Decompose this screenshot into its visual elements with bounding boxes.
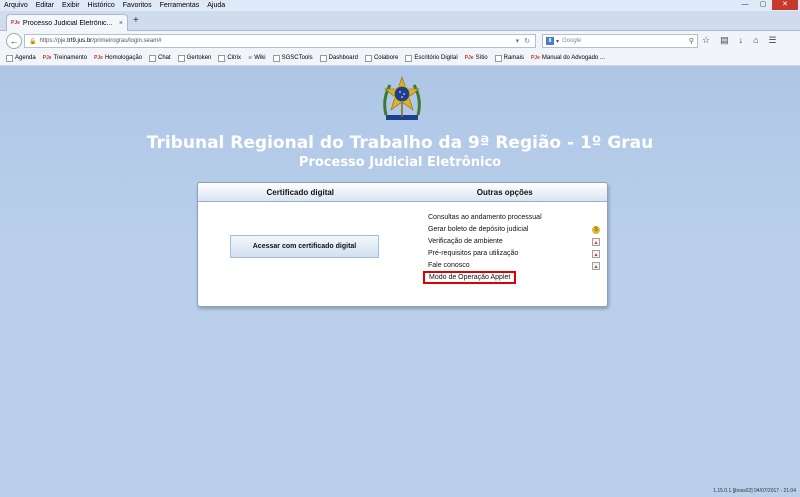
tab-close-icon[interactable]: × bbox=[119, 20, 123, 27]
menu-arquivo[interactable]: Arquivo bbox=[4, 2, 28, 9]
pdf-icon: ▲ bbox=[592, 262, 600, 270]
page-content: Tribunal Regional do Trabalho da 9ª Regi… bbox=[0, 66, 800, 497]
page-icon bbox=[218, 54, 226, 62]
menu-editar[interactable]: Editar bbox=[36, 2, 54, 9]
url-bar[interactable]: 🔒 https://pje.trt9.jus.br/primeirograu/l… bbox=[24, 34, 536, 48]
other-options-list: Consultas ao andamento processual Gerar … bbox=[422, 212, 600, 284]
option-boleto[interactable]: Gerar boleto de depósito judicial $ bbox=[428, 224, 600, 236]
close-window-button[interactable]: ✕ bbox=[772, 0, 798, 10]
lock-icon: 🔒 bbox=[29, 38, 37, 45]
bookmark-citrix[interactable]: Citrix bbox=[218, 54, 241, 62]
pdf-icon: ▲ bbox=[592, 250, 600, 258]
menu-exibir[interactable]: Exibir bbox=[62, 2, 80, 9]
highlight-box: Modo de Operação Applet bbox=[422, 271, 517, 284]
bookmark-sgsctools[interactable]: SGSCTools bbox=[272, 54, 313, 62]
bookmark-treinamento[interactable]: PJe Treinamento bbox=[43, 55, 87, 61]
wiki-icon: ≋ bbox=[248, 55, 253, 61]
bookmark-star-icon[interactable]: ☆ bbox=[702, 35, 710, 46]
page-title: Tribunal Regional do Trabalho da 9ª Regi… bbox=[146, 133, 654, 153]
pje-icon: PJe bbox=[464, 55, 474, 61]
bookmark-escritorio-digital[interactable]: Escritório Digital bbox=[405, 54, 458, 62]
pje-icon: PJe bbox=[42, 55, 52, 61]
bookmark-colabore[interactable]: Colabore bbox=[364, 54, 398, 62]
page-icon bbox=[319, 54, 327, 62]
menu-ajuda[interactable]: Ajuda bbox=[207, 2, 225, 9]
option-fale-conosco[interactable]: Fale conosco ▲ bbox=[428, 260, 600, 272]
pje-icon: PJe bbox=[530, 55, 540, 61]
col-other-options-heading: Outras opções bbox=[476, 188, 533, 197]
pje-icon: PJe bbox=[94, 55, 103, 61]
certificate-login-button[interactable]: Acessar com certificado digital bbox=[230, 235, 379, 258]
bookmark-sitio[interactable]: PJe Sítio bbox=[465, 55, 488, 61]
tab-title: Processo Judicial Eletrônic... bbox=[22, 19, 113, 27]
download-icon[interactable]: ↓ bbox=[739, 35, 744, 46]
navigation-bar: ← 🔒 https://pje.trt9.jus.br/primeirograu… bbox=[0, 31, 800, 51]
page-icon bbox=[177, 54, 185, 62]
menu-bar: Arquivo Editar Exibir Histórico Favorito… bbox=[0, 0, 800, 11]
clipboard-icon[interactable]: ▤ bbox=[720, 35, 729, 46]
page-icon bbox=[149, 54, 156, 62]
menu-icon[interactable]: ☰ bbox=[769, 35, 777, 46]
login-panel: Certificado digital Outras opções Acessa… bbox=[197, 182, 608, 307]
col-certificate-heading: Certificado digital bbox=[266, 188, 335, 197]
bookmark-chat[interactable]: Chat bbox=[149, 54, 171, 62]
page-subtitle: Processo Judicial Eletrônico bbox=[298, 155, 502, 170]
back-arrow-icon: ← bbox=[9, 36, 19, 46]
search-engine-dropdown-icon[interactable]: ▾ bbox=[556, 38, 559, 45]
bookmark-gertoken[interactable]: Gertoken bbox=[177, 54, 211, 62]
bookmarks-bar: Agenda PJe Treinamento PJe Homologação Cha… bbox=[0, 51, 800, 66]
home-icon[interactable]: ⌂ bbox=[753, 35, 758, 46]
page-icon bbox=[364, 54, 372, 62]
menu-historico[interactable]: Histórico bbox=[88, 2, 115, 9]
toolbar-icons: ☆ ▤ ↓ ⌂ ☰ bbox=[702, 35, 777, 46]
menu-favoritos[interactable]: Favoritos bbox=[123, 2, 152, 9]
option-modo-operacao-applet[interactable]: Modo de Operação Applet bbox=[422, 271, 600, 284]
coin-icon: $ bbox=[592, 226, 600, 234]
search-engine-icon[interactable]: 8 bbox=[546, 37, 554, 45]
window-controls: — ▢ ✕ bbox=[736, 0, 798, 10]
bookmark-ramais[interactable]: Ramais bbox=[494, 54, 524, 62]
option-consultas[interactable]: Consultas ao andamento processual bbox=[428, 212, 600, 224]
dropdown-icon[interactable]: ▾ bbox=[516, 37, 520, 45]
page-icon bbox=[6, 54, 13, 62]
minimize-button[interactable]: — bbox=[736, 0, 754, 10]
bookmark-wiki[interactable]: ≋ Wiki bbox=[248, 55, 266, 61]
panel-header: Certificado digital Outras opções bbox=[198, 183, 607, 202]
search-placeholder: Google bbox=[562, 38, 582, 44]
bookmark-homologacao[interactable]: PJe Homologação bbox=[94, 55, 142, 61]
page-icon bbox=[272, 54, 280, 62]
search-bar[interactable]: 8 ▾ Google ⚲ bbox=[542, 34, 698, 48]
option-pre-requisitos[interactable]: Pré-requisitos para utilização ▲ bbox=[428, 248, 600, 260]
maximize-button[interactable]: ▢ bbox=[754, 0, 772, 10]
new-tab-button[interactable]: + bbox=[133, 15, 139, 26]
back-button[interactable]: ← bbox=[6, 33, 22, 49]
page-icon bbox=[494, 54, 502, 62]
tab-pje[interactable]: PJe Processo Judicial Eletrônic... × bbox=[6, 14, 128, 31]
version-footer: 1.15.0.1 [jboss02] 04/07/2017 - 21:04 bbox=[713, 488, 796, 494]
tab-bar: PJe Processo Judicial Eletrônic... × + bbox=[0, 11, 800, 31]
option-verificacao-ambiente[interactable]: Verificação de ambiente ▲ bbox=[428, 236, 600, 248]
page-icon bbox=[405, 54, 413, 62]
pdf-icon: ▲ bbox=[592, 238, 600, 246]
menu-ferramentas[interactable]: Ferramentas bbox=[160, 2, 200, 9]
bookmark-dashboard[interactable]: Dashboard bbox=[319, 54, 358, 62]
reload-icon[interactable]: ↻ bbox=[524, 37, 530, 45]
url-text: https://pje.trt9.jus.br/primeirograu/log… bbox=[39, 38, 162, 44]
search-icon[interactable]: ⚲ bbox=[689, 37, 694, 45]
pje-favicon-icon: PJe bbox=[11, 20, 20, 26]
bookmark-agenda[interactable]: Agenda bbox=[6, 54, 36, 62]
bookmark-manual-advogado[interactable]: PJe Manual do Advogado ... bbox=[531, 55, 605, 61]
brasil-coat-of-arms-icon bbox=[383, 76, 421, 120]
